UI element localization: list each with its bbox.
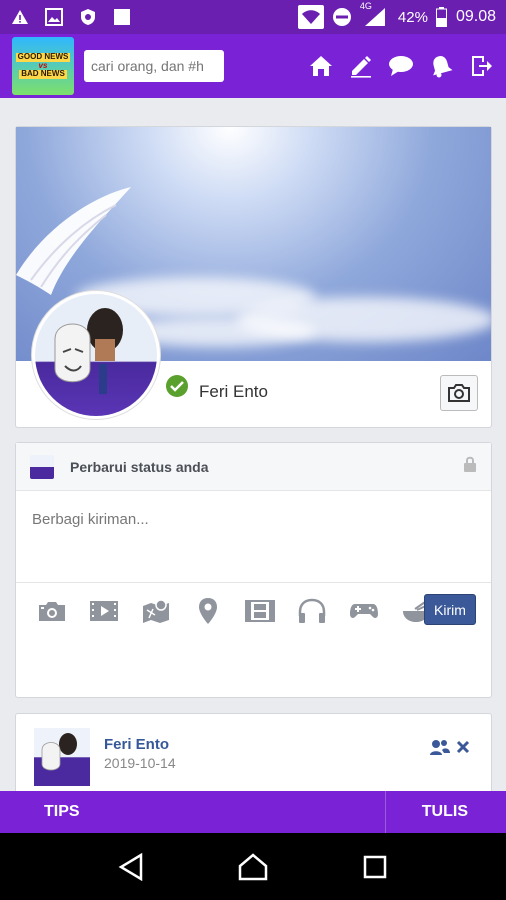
app-bar: GOOD NEWS vs BAD NEWS [0,34,506,98]
post-author-avatar[interactable] [34,728,90,786]
post-actions [430,738,470,761]
battery-percent: 42% [397,8,428,26]
notification-bell-icon[interactable] [428,53,454,79]
shield-icon [78,7,98,27]
logo-line-3: BAD NEWS [19,69,67,79]
tag-friends-icon[interactable] [430,738,450,761]
post-text-input[interactable]: Berbagi kiriman... [16,491,491,583]
composer-avatar [30,454,54,479]
recent-apps-icon[interactable] [355,847,395,887]
square-icon [112,7,132,27]
map-icon[interactable] [130,593,182,629]
gamepad-icon[interactable] [338,593,390,629]
composer-title: Perbarui status anda [70,458,209,475]
film-icon[interactable] [234,593,286,629]
chat-icon[interactable] [388,53,414,79]
tab-tulis[interactable]: TULIS [422,803,468,821]
submit-post-button[interactable]: Kirim [424,594,476,625]
wing-decoration [16,187,131,295]
warning-icon [10,7,30,27]
tab-tips[interactable]: TIPS [44,803,80,821]
bottom-tab-bar: TIPS TULIS [0,791,506,833]
status-bar-left [10,7,132,27]
system-navigation-bar [0,833,506,900]
app-bar-actions [308,53,494,79]
composer-tools [26,593,481,651]
post-date: 2019-10-14 [104,755,176,771]
camera-icon[interactable] [26,593,78,629]
composer-header: Perbarui status anda [16,443,491,491]
home-nav-icon[interactable] [233,847,273,887]
close-icon[interactable] [456,740,470,759]
status-composer: Perbarui status anda Berbagi kiriman... [15,442,492,698]
clock: 09.08 [455,8,496,25]
lock-icon[interactable] [463,456,477,477]
status-bar-right: 4G 42% 09.08 [297,1,496,29]
search-input[interactable] [84,50,224,82]
verified-badge-icon [166,375,188,397]
do-not-disturb-icon [332,7,352,27]
video-icon[interactable] [78,593,130,629]
profile-avatar[interactable] [32,291,160,419]
camera-icon [448,384,470,402]
signal-icon: 4G [360,1,390,27]
change-photo-button[interactable] [440,375,478,411]
battery-icon [436,7,448,27]
tab-divider [385,791,386,833]
status-bar: 4G 42% 09.08 [0,0,506,34]
network-type: 4G [359,1,372,11]
home-icon[interactable] [308,53,334,79]
post-author-name[interactable]: Feri Ento [104,736,169,753]
back-icon[interactable] [111,847,151,887]
profile-card: Feri Ento [15,126,492,428]
app-logo[interactable]: GOOD NEWS vs BAD NEWS [12,37,74,95]
location-pin-icon[interactable] [182,593,234,629]
edit-icon[interactable] [348,53,374,79]
wifi-icon [297,5,324,29]
profile-name[interactable]: Feri Ento [199,382,268,402]
headphones-icon[interactable] [286,593,338,629]
logout-icon[interactable] [468,53,494,79]
image-icon [44,7,64,27]
